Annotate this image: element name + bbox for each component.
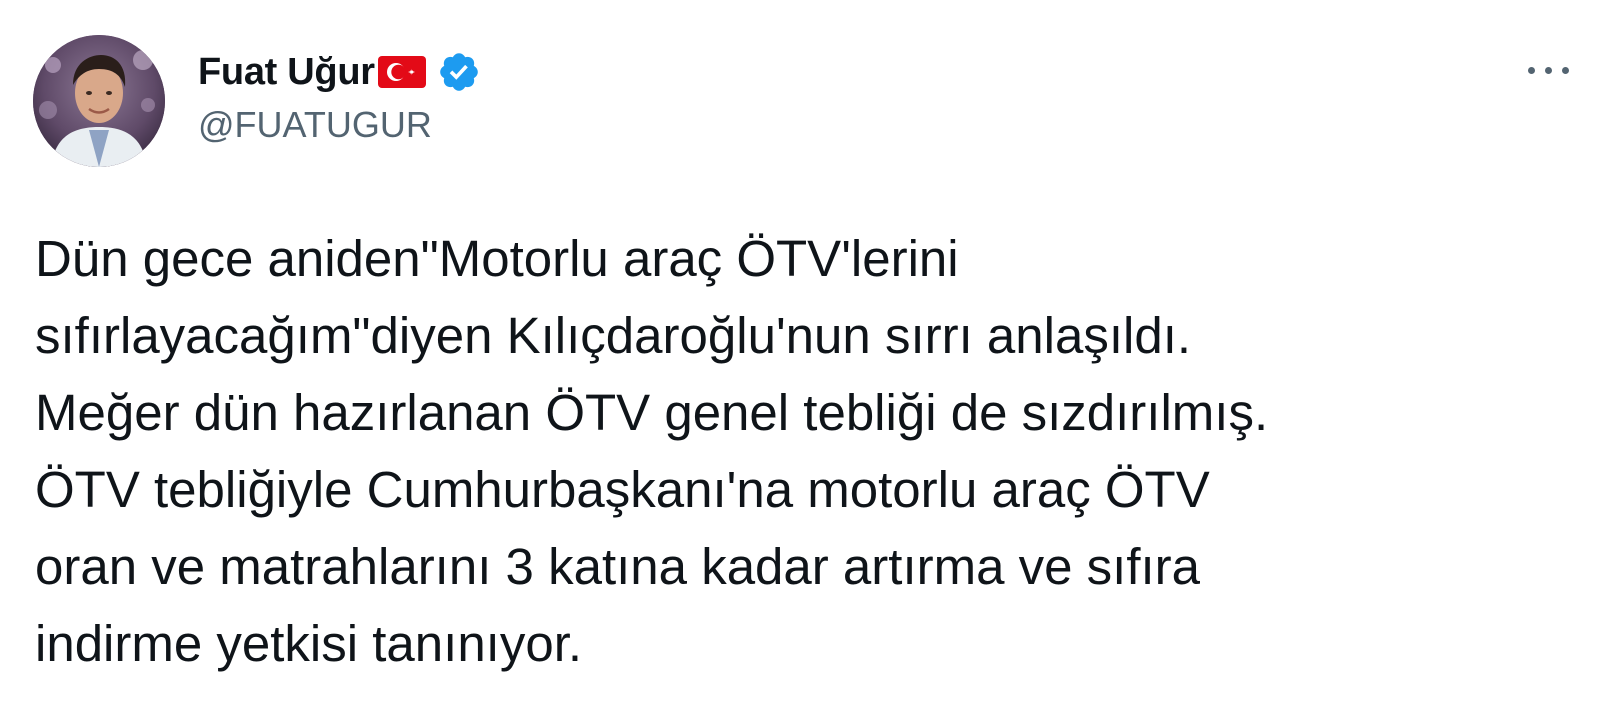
tweet-text-line: indirme yetkisi tanınıyor.: [35, 615, 583, 672]
tweet-text: Dün gece aniden"Motorlu araç ÖTV'lerini …: [35, 220, 1575, 682]
tweet-text-line: Meğer dün hazırlanan ÖTV genel tebliği d…: [35, 384, 1269, 441]
tweet-card: Fuat Uğur @FUATUGUR Dün gece aniden"Moto…: [0, 0, 1600, 725]
author-avatar[interactable]: [33, 35, 165, 167]
more-options-icon[interactable]: [1528, 50, 1600, 90]
tweet-text-line: ÖTV tebliğiyle Cumhurbaşkanı'na motorlu …: [35, 461, 1210, 518]
more-dot: [1528, 66, 1535, 74]
author-handle[interactable]: @FUATUGUR: [198, 104, 432, 146]
tweet-text-line: sıfırlayacağım"diyen Kılıçdaroğlu'nun sı…: [35, 307, 1192, 364]
verified-badge-icon[interactable]: [437, 50, 481, 94]
author-name-row: Fuat Uğur: [198, 48, 481, 96]
turkey-flag-icon: [377, 55, 427, 89]
more-dot: [1545, 66, 1552, 74]
more-dot: [1562, 66, 1569, 74]
tweet-text-line: oran ve matrahlarını 3 katına kadar artı…: [35, 538, 1201, 595]
avatar-photo-icon: [33, 35, 165, 167]
tweet-text-line: Dün gece aniden"Motorlu araç ÖTV'lerini: [35, 230, 959, 287]
author-display-name[interactable]: Fuat Uğur: [198, 51, 375, 94]
